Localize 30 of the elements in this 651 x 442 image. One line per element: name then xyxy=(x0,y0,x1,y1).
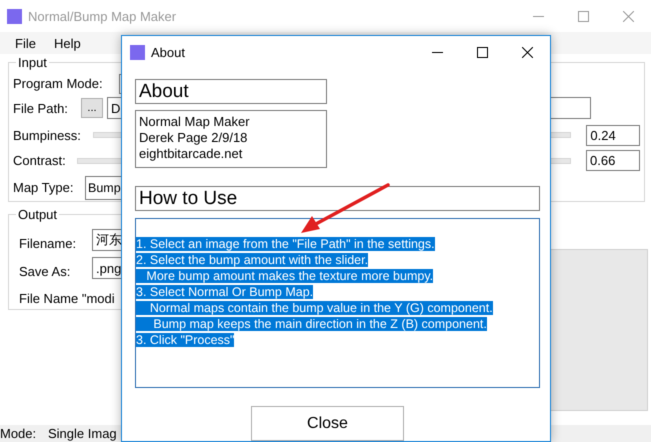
field-label: Bumpiness: xyxy=(13,128,81,143)
field-label: Filename: xyxy=(19,236,78,250)
instructions-text-area[interactable] xyxy=(135,218,540,388)
field-label: Save As: xyxy=(19,264,72,278)
field-label: Contrast: xyxy=(13,153,67,168)
app-icon xyxy=(7,8,22,24)
status-label: Mode: xyxy=(0,426,38,441)
menu-item[interactable]: Help xyxy=(44,36,90,50)
info-line: Normal Map Maker xyxy=(139,114,251,130)
browse-button[interactable]: ... xyxy=(81,98,103,118)
dialog-title: About xyxy=(151,44,186,60)
field-label: File Path: xyxy=(13,100,69,116)
app-icon xyxy=(130,44,145,60)
field-label: Map Type: xyxy=(13,180,74,196)
contrast-value-field[interactable]: 0.66 xyxy=(586,150,640,172)
menu-item[interactable]: File xyxy=(6,36,45,50)
how-to-use-heading: How to Use xyxy=(135,186,540,211)
group-label: Output xyxy=(16,207,60,222)
window-title: Normal/Bump Map Maker xyxy=(28,8,178,24)
close-icon[interactable] xyxy=(522,46,533,58)
info-line: Derek Page 2/9/18 xyxy=(139,130,248,146)
close-button[interactable]: Close xyxy=(251,406,404,441)
status-value: Single Imag xyxy=(48,426,117,441)
maximize-icon[interactable] xyxy=(477,46,488,58)
info-line: eightbitarcade.net xyxy=(139,146,244,162)
about-heading: About xyxy=(135,79,327,104)
file-name-note: File Name "modi xyxy=(19,291,115,306)
field-label: Program Mode: xyxy=(13,76,103,91)
bumpiness-value-field[interactable]: 0.24 xyxy=(586,124,640,146)
group-label: Input xyxy=(16,55,49,70)
